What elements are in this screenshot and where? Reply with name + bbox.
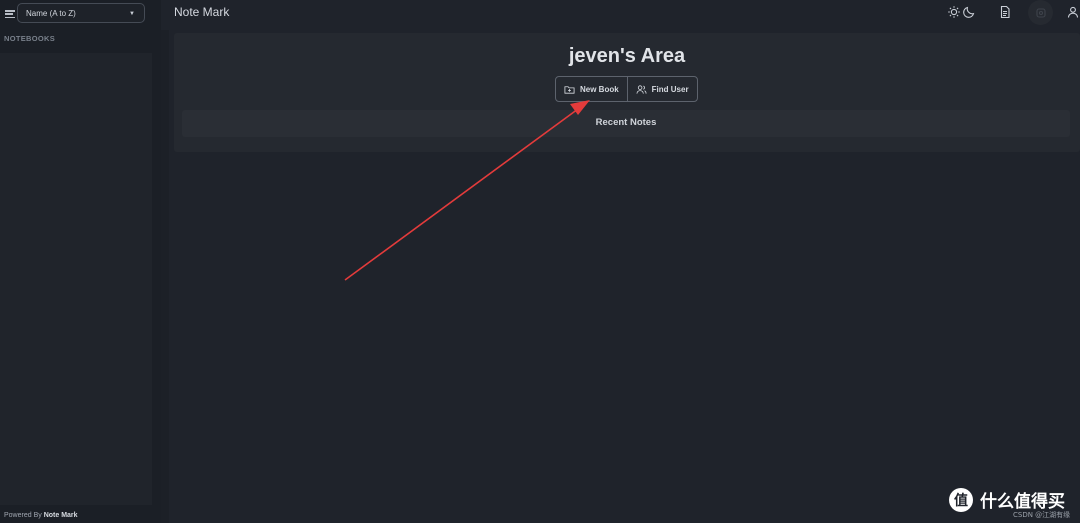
watermark-caption: CSDN @江湖有缘 [1013,511,1071,519]
users-icon [636,84,647,94]
sort-select[interactable]: Name (A to Z) ▼ [17,3,145,23]
notebooks-list [0,53,152,505]
user-area-panel: jeven's Area New Book Find User Recent N… [174,33,1080,152]
sidebar-resize-handle[interactable] [161,30,169,523]
sort-select-value: Name (A to Z) [26,9,76,18]
powered-by: Powered By Note Mark [4,512,78,519]
find-user-button[interactable]: Find User [626,77,697,101]
moon-icon[interactable] [962,5,976,19]
sidebar-toolbar: Name (A to Z) ▼ [0,0,161,30]
watermark-logo: 值 [949,488,973,512]
new-book-label: New Book [580,84,619,94]
action-button-group: New Book Find User [555,76,698,102]
sun-icon[interactable] [947,5,961,19]
new-book-button[interactable]: New Book [556,77,627,101]
user-icon[interactable] [1066,5,1080,19]
settings-icon [1034,6,1048,20]
document-icon[interactable] [998,5,1012,19]
folder-plus-icon [564,85,575,94]
recent-notes-title: Recent Notes [595,117,657,128]
chevron-down-icon: ▼ [129,11,135,17]
app-title[interactable]: Note Mark [174,5,229,19]
find-user-label: Find User [651,84,689,94]
svg-text:值: 值 [954,492,968,509]
menu-icon[interactable] [5,10,15,19]
page-title: jeven's Area [568,45,686,67]
recent-notes-section: Recent Notes [182,110,1070,137]
notebooks-header: NOTEBOOKS [4,34,56,43]
powered-brand[interactable]: Note Mark [44,512,78,519]
sidebar: Name (A to Z) ▼ NOTEBOOKS Powered By Not… [0,0,161,523]
watermark-text: 什么值得买 [980,492,1065,512]
powered-prefix: Powered By [4,512,42,519]
watermark-logo-icon: 值 [950,489,972,511]
